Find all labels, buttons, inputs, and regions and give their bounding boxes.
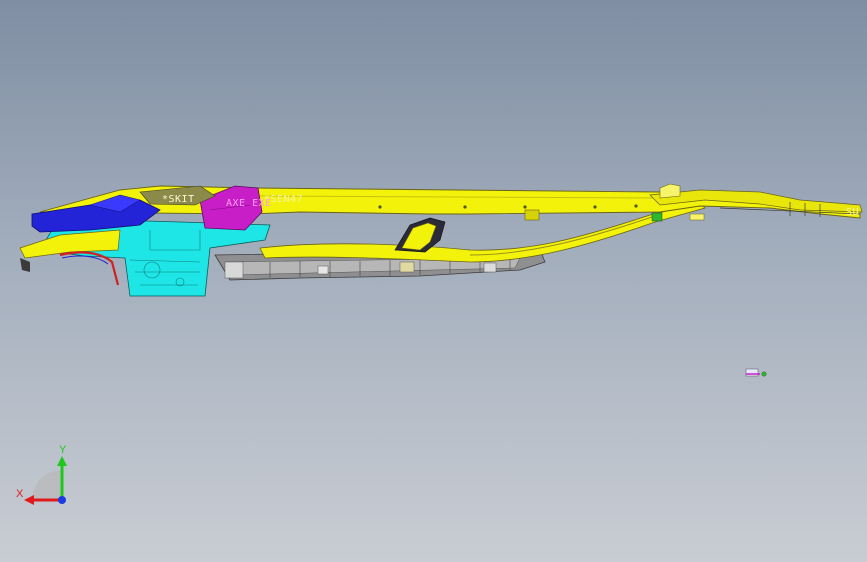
axis-triad: Y X	[16, 444, 67, 505]
x-axis-label: X	[16, 488, 24, 500]
cad-label-3: *SEN47	[264, 194, 303, 205]
model-canvas[interactable]: *SKIT AXE EXE *SEN47 SU Y X	[0, 0, 867, 562]
z-axis-point-icon	[58, 496, 66, 504]
triad-background-icon	[32, 470, 62, 500]
cad-3d-viewport[interactable]: *SKIT AXE EXE *SEN47 SU Y X	[0, 0, 867, 562]
cad-label-4: SU	[846, 207, 859, 218]
detached-small-part[interactable]	[745, 368, 767, 377]
cad-label-1: *SKIT	[162, 194, 195, 205]
y-axis-label: Y	[59, 444, 67, 456]
